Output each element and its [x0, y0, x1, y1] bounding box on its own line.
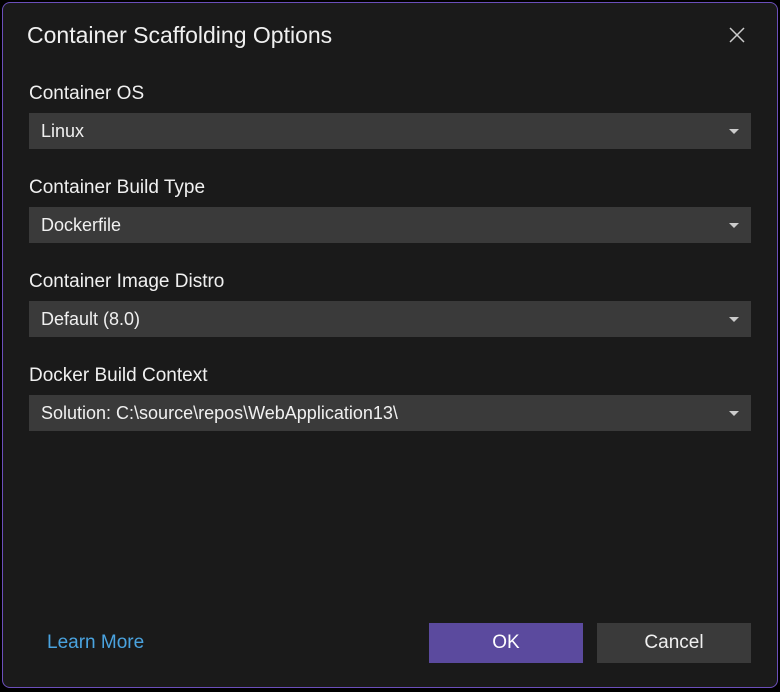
build-context-dropdown[interactable]: Solution: C:\source\repos\WebApplication…	[29, 395, 751, 431]
chevron-down-icon	[729, 223, 739, 228]
field-build-type: Container Build Type Dockerfile	[29, 177, 751, 243]
cancel-button[interactable]: Cancel	[597, 623, 751, 663]
close-button[interactable]	[721, 19, 753, 51]
build-type-label: Container Build Type	[29, 177, 751, 199]
footer-buttons: OK Cancel	[429, 623, 751, 663]
dialog-title: Container Scaffolding Options	[27, 22, 332, 49]
chevron-down-icon	[729, 411, 739, 416]
image-distro-label: Container Image Distro	[29, 271, 751, 293]
close-icon	[728, 26, 746, 44]
build-context-label: Docker Build Context	[29, 365, 751, 387]
build-context-value: Solution: C:\source\repos\WebApplication…	[41, 403, 398, 424]
ok-button[interactable]: OK	[429, 623, 583, 663]
learn-more-link[interactable]: Learn More	[47, 632, 144, 654]
container-os-dropdown[interactable]: Linux	[29, 113, 751, 149]
dialog-footer: Learn More OK Cancel	[3, 605, 777, 687]
field-container-os: Container OS Linux	[29, 83, 751, 149]
chevron-down-icon	[729, 317, 739, 322]
field-build-context: Docker Build Context Solution: C:\source…	[29, 365, 751, 431]
container-scaffolding-dialog: Container Scaffolding Options Container …	[2, 2, 778, 688]
titlebar: Container Scaffolding Options	[3, 3, 777, 59]
dialog-content: Container OS Linux Container Build Type …	[3, 59, 777, 605]
build-type-value: Dockerfile	[41, 215, 121, 236]
field-image-distro: Container Image Distro Default (8.0)	[29, 271, 751, 337]
build-type-dropdown[interactable]: Dockerfile	[29, 207, 751, 243]
container-os-label: Container OS	[29, 83, 751, 105]
container-os-value: Linux	[41, 121, 84, 142]
image-distro-value: Default (8.0)	[41, 309, 140, 330]
chevron-down-icon	[729, 129, 739, 134]
image-distro-dropdown[interactable]: Default (8.0)	[29, 301, 751, 337]
